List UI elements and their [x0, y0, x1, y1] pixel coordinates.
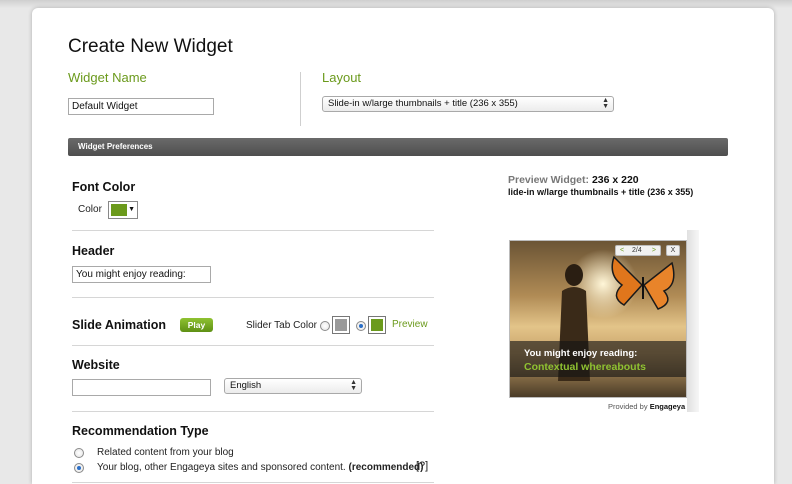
- preview-widget-shadow: [687, 230, 699, 412]
- slider-tab-color-green-swatch[interactable]: [368, 316, 386, 334]
- preview-layout-name: lide-in w/large thumbnails + title (236 …: [508, 187, 694, 197]
- network-option-text: Your blog, other Engageya sites and spon…: [97, 462, 346, 473]
- provided-by: Provided by Engageya: [608, 402, 685, 411]
- language-select[interactable]: English ▲ ▼: [224, 378, 362, 394]
- language-select-value: English: [230, 380, 262, 391]
- main-panel: Create New Widget Widget Name Layout Sli…: [32, 8, 774, 484]
- vertical-divider: [300, 72, 301, 126]
- recommended-tag: (recommended): [348, 462, 424, 473]
- preview-heading: Preview Widget: 236 x 220: [508, 174, 639, 186]
- pager-next-icon[interactable]: >: [652, 246, 656, 255]
- butterfly-image: [611, 255, 675, 310]
- layout-select[interactable]: Slide-in w/large thumbnails + title (236…: [322, 96, 614, 112]
- select-arrows-icon: ▲ ▼: [350, 379, 357, 392]
- slider-tab-color-grey-radio[interactable]: [320, 321, 330, 331]
- provided-by-brand[interactable]: Engageya: [650, 402, 685, 411]
- section-divider: [72, 297, 434, 298]
- header-title: Header: [72, 244, 115, 258]
- recommendation-option-blog-radio[interactable]: [74, 448, 84, 458]
- section-divider: [72, 411, 434, 412]
- section-divider: [72, 345, 434, 346]
- play-button[interactable]: Play: [180, 318, 213, 332]
- widget-preferences-bar: Widget Preferences: [68, 138, 728, 156]
- slider-tab-color-grey-swatch[interactable]: [332, 316, 350, 334]
- slide-animation-title: Slide Animation: [72, 318, 166, 332]
- preview-link[interactable]: Preview: [392, 319, 428, 330]
- page-title: Create New Widget: [68, 36, 233, 57]
- preview-caption-title[interactable]: Contextual whereabouts: [524, 361, 646, 373]
- website-title: Website: [72, 358, 120, 372]
- help-link[interactable]: [?]: [416, 460, 428, 472]
- header-input[interactable]: [72, 266, 211, 283]
- preview-widget[interactable]: < 2/4 > X You might enjoy reading: Conte…: [509, 240, 687, 398]
- widget-name-input[interactable]: [68, 98, 214, 115]
- widget-name-label: Widget Name: [68, 70, 147, 85]
- section-divider: [72, 482, 434, 483]
- website-input[interactable]: [72, 379, 211, 396]
- widget-preferences-label: Widget Preferences: [78, 142, 153, 151]
- slider-tab-color-green-radio[interactable]: [356, 321, 366, 331]
- preview-pager: < 2/4 >: [615, 245, 661, 256]
- font-color-picker[interactable]: ▼: [108, 201, 138, 219]
- select-arrows-icon: ▲ ▼: [602, 97, 609, 110]
- grey-color-chip: [335, 319, 347, 331]
- layout-label: Layout: [322, 70, 362, 85]
- green-color-chip: [371, 319, 383, 331]
- recommendation-option-network-label: Your blog, other Engageya sites and spon…: [97, 462, 424, 473]
- pager-counter: 2/4: [632, 247, 642, 254]
- font-color-title: Font Color: [72, 180, 136, 194]
- preview-caption-header: You might enjoy reading:: [524, 348, 638, 359]
- chevron-down-icon: ▼: [128, 206, 135, 213]
- preview-heading-size: 236 x 220: [591, 174, 639, 186]
- recommendation-option-blog-label: Related content from your blog: [97, 447, 234, 458]
- preview-heading-label: Preview Widget:: [508, 174, 590, 186]
- provided-by-label: Provided by: [608, 402, 648, 411]
- pager-prev-icon[interactable]: <: [620, 246, 624, 255]
- layout-select-value: Slide-in w/large thumbnails + title (236…: [328, 98, 518, 109]
- recommendation-option-network-radio[interactable]: [74, 463, 84, 473]
- recommendation-type-title: Recommendation Type: [72, 424, 209, 438]
- close-icon[interactable]: X: [666, 245, 680, 256]
- color-label: Color: [78, 204, 102, 215]
- font-color-chip: [111, 204, 127, 216]
- slider-tab-color-label: Slider Tab Color: [246, 320, 317, 331]
- section-divider: [72, 230, 434, 231]
